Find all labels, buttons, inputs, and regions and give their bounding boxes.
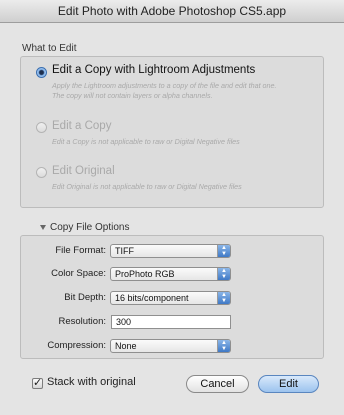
copy-options-label[interactable]: Copy File Options xyxy=(50,222,129,233)
disclosure-triangle-icon xyxy=(40,225,46,230)
cancel-button[interactable]: Cancel xyxy=(186,375,249,393)
updown-arrows-icon: ▲ ▼ xyxy=(217,340,230,352)
color-space-select[interactable]: ProPhoto RGB ▲ ▼ xyxy=(110,267,231,281)
edit-copy-label[interactable]: Edit a Copy xyxy=(52,120,111,132)
edit-copy-lightroom-radio[interactable] xyxy=(36,67,47,78)
checkmark-icon: ✓ xyxy=(33,377,43,389)
stack-with-original-checkbox[interactable]: ✓ xyxy=(32,378,43,389)
bit-depth-value: 16 bits/component xyxy=(115,293,189,303)
resolution-input[interactable]: 300 xyxy=(111,315,231,329)
edit-original-label[interactable]: Edit Original xyxy=(52,165,115,177)
compression-select[interactable]: None ▲ ▼ xyxy=(110,339,231,353)
bit-depth-label: Bit Depth: xyxy=(64,292,106,303)
dialog-content: What to Edit Edit a Copy with Lightroom … xyxy=(0,23,344,415)
color-space-value: ProPhoto RGB xyxy=(115,269,175,279)
resolution-label: Resolution: xyxy=(58,316,106,327)
compression-value: None xyxy=(115,341,137,351)
file-format-select[interactable]: TIFF ▲ ▼ xyxy=(110,244,231,258)
updown-arrows-icon: ▲ ▼ xyxy=(217,245,230,257)
color-space-label: Color Space: xyxy=(51,268,106,279)
edit-original-description: Edit Original is not applicable to raw o… xyxy=(52,182,242,191)
edit-copy-lightroom-label[interactable]: Edit a Copy with Lightroom Adjustments xyxy=(52,64,255,76)
edit-copy-radio[interactable] xyxy=(36,122,47,133)
stack-with-original-label[interactable]: Stack with original xyxy=(47,376,136,388)
file-format-value: TIFF xyxy=(115,246,134,256)
updown-arrows-icon: ▲ ▼ xyxy=(217,292,230,304)
edit-original-radio[interactable] xyxy=(36,167,47,178)
bit-depth-select[interactable]: 16 bits/component ▲ ▼ xyxy=(110,291,231,305)
edit-copy-description: Edit a Copy is not applicable to raw or … xyxy=(52,137,240,146)
compression-label: Compression: xyxy=(47,340,106,351)
edit-copy-lightroom-description: Apply the Lightroom adjustments to a cop… xyxy=(52,81,277,100)
what-to-edit-label: What to Edit xyxy=(22,43,77,54)
window-title: Edit Photo with Adobe Photoshop CS5.app xyxy=(0,0,344,23)
updown-arrows-icon: ▲ ▼ xyxy=(217,268,230,280)
file-format-label: File Format: xyxy=(55,245,106,256)
edit-button[interactable]: Edit xyxy=(258,375,319,393)
